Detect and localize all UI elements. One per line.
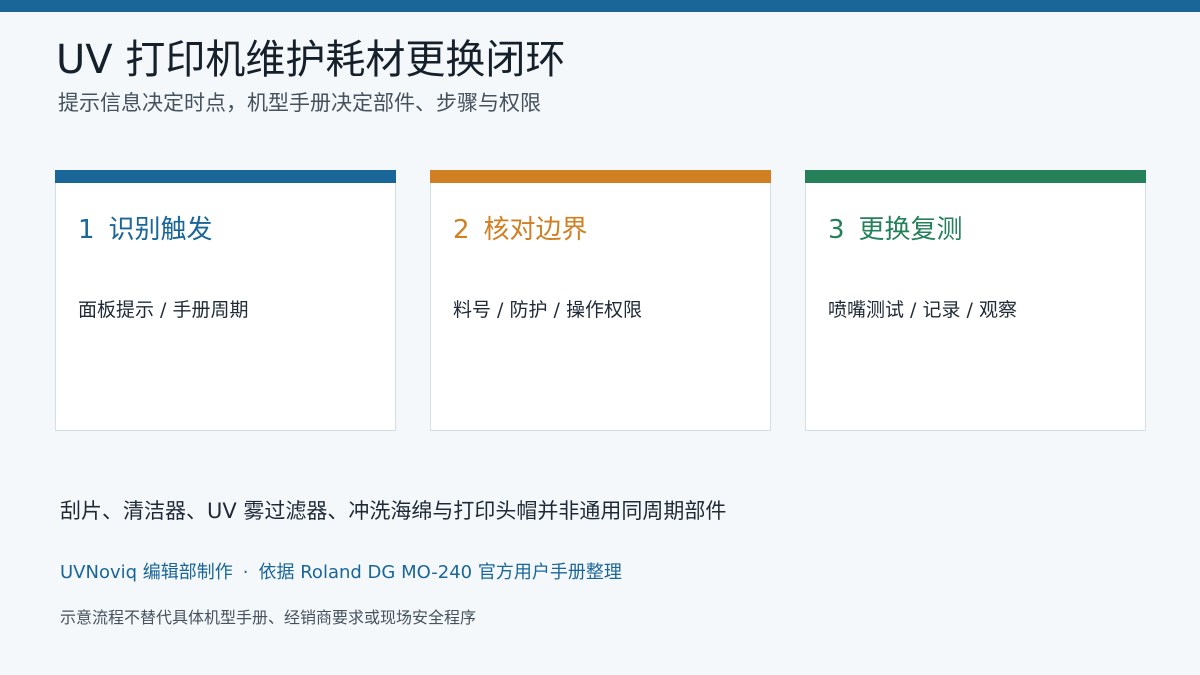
step-card-body: 面板提示 / 手册周期 xyxy=(78,299,249,321)
step-card-replace-retest: 3 更换复测 喷嘴测试 / 记录 / 观察 xyxy=(805,170,1146,431)
step-card-title: 1 识别触发 xyxy=(78,212,213,248)
step-card-body: 料号 / 防护 / 操作权限 xyxy=(453,299,642,321)
step-title-text: 更换复测 xyxy=(858,215,963,245)
step-card-accent-bar xyxy=(805,170,1146,183)
disclaimer: 示意流程不替代具体机型手册、经销商要求或现场安全程序 xyxy=(60,608,477,627)
credit-source: 依据 Roland DG MO-240 官方用户手册整理 xyxy=(258,562,622,583)
page-title: UV 打印机维护耗材更换闭环 xyxy=(56,37,566,83)
step-number: 3 xyxy=(828,215,845,245)
step-number: 1 xyxy=(78,215,95,245)
step-title-text: 核对边界 xyxy=(483,215,588,245)
step-card-body: 喷嘴测试 / 记录 / 观察 xyxy=(828,299,1017,321)
credit-separator: · xyxy=(242,562,249,583)
parts-note: 刮片、清洁器、UV 雾过滤器、冲洗海绵与打印头帽并非通用同周期部件 xyxy=(60,499,727,523)
step-card-accent-bar xyxy=(55,170,396,183)
step-card-check-boundary: 2 核对边界 料号 / 防护 / 操作权限 xyxy=(430,170,771,431)
step-title-text: 识别触发 xyxy=(108,215,213,245)
step-card-title: 2 核对边界 xyxy=(453,212,588,248)
step-card-identify-trigger: 1 识别触发 面板提示 / 手册周期 xyxy=(55,170,396,431)
credit-author: UVNoviq 编辑部制作 xyxy=(60,562,233,583)
page-subtitle: 提示信息决定时点，机型手册决定部件、步骤与权限 xyxy=(58,91,541,115)
step-card-accent-bar xyxy=(430,170,771,183)
step-card-title: 3 更换复测 xyxy=(828,212,963,248)
credit-line: UVNoviq 编辑部制作 · 依据 Roland DG MO-240 官方用户手册… xyxy=(60,559,622,587)
step-number: 2 xyxy=(453,215,470,245)
top-accent-bar xyxy=(0,0,1200,12)
